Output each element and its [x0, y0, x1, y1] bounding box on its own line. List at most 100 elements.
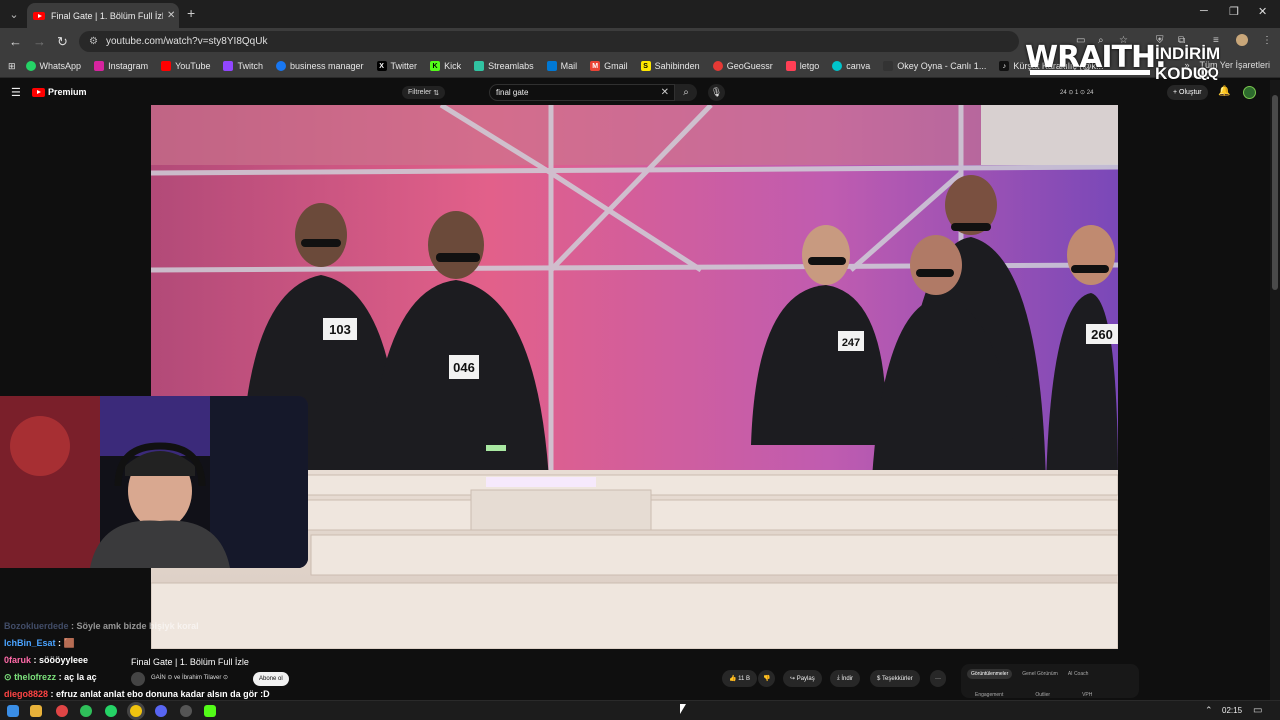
create-button[interactable]: + Oluştur [1167, 85, 1208, 100]
bookmark-label: WhatsApp [39, 61, 82, 71]
webcam-overlay [0, 396, 308, 568]
whatsapp-taskbar-icon[interactable] [105, 705, 117, 717]
gmail-icon: M [590, 61, 601, 71]
account-avatar[interactable] [1243, 86, 1256, 99]
reload-icon[interactable]: ↻ [57, 34, 68, 50]
search-input[interactable]: final gate ✕ [489, 84, 675, 101]
bookmark-geoguessr[interactable]: GeoGuessr [712, 61, 773, 71]
browser-tab-active[interactable]: Final Gate | 1. Bölüm Full İzle - Y ✕ [27, 3, 179, 28]
bookmark-kick[interactable]: K Kick [430, 61, 461, 71]
download-icon: ⤓ [837, 675, 840, 681]
close-window-icon[interactable]: ✕ [1258, 5, 1267, 18]
tray-chevron-icon[interactable]: ⌃ [1205, 705, 1213, 716]
hamburger-menu-icon[interactable]: ☰ [11, 86, 21, 99]
channel-avatar[interactable] [131, 672, 145, 686]
youtube-logo[interactable]: Premium [32, 87, 87, 97]
spotify-icon[interactable] [80, 705, 92, 717]
bookmark-business-manager[interactable]: business manager [276, 61, 364, 71]
filters-button[interactable]: Filtreler ⇅ [402, 86, 446, 99]
address-bar[interactable]: ⚙ youtube.com/watch?v=sty8YI8QqUk [79, 31, 1019, 52]
panel-tab-views[interactable]: Görüntülenmeler [967, 669, 1013, 679]
bookmark-gmail[interactable]: M Gmail [590, 61, 628, 71]
bookmark-label: Streamlabs [488, 61, 534, 71]
windows-taskbar: ⌃ 02:15 ▭ [0, 700, 1280, 720]
like-count: 11 B [738, 675, 751, 682]
filters-label: Filtreler [408, 89, 432, 96]
mail-icon [546, 61, 557, 71]
restore-icon[interactable]: ❐ [1229, 5, 1239, 18]
chrome-icon[interactable] [130, 705, 142, 717]
start-icon[interactable] [7, 705, 19, 717]
app-icon[interactable] [56, 705, 68, 717]
like-button[interactable]: 👍 11 B [722, 670, 758, 687]
notifications-bell-icon[interactable]: 🔔 [1218, 86, 1230, 97]
scrollbar-thumb[interactable] [1272, 95, 1278, 290]
chat-message: diego8828 : efruz anlat anlat ebo donuna… [4, 689, 270, 699]
bookmark-okey[interactable]: Okey Oyna - Canlı 1... [883, 61, 986, 71]
url-text: youtube.com/watch?v=sty8YI8QqUk [105, 36, 268, 47]
chat-username: Bozokluerdede [4, 621, 69, 631]
back-icon[interactable]: ← [9, 34, 22, 49]
sponsor-underline [1030, 70, 1150, 75]
bookmark-label: Mail [560, 61, 578, 71]
new-tab-button[interactable]: + [187, 5, 195, 21]
bookmark-label: letgo [799, 61, 820, 71]
chat-badge-icon: ⊙ [4, 672, 12, 682]
panel-tab-ai-coach[interactable]: AI Coach [1068, 671, 1089, 677]
clear-search-icon[interactable]: ✕ [661, 87, 669, 98]
notification-center-icon[interactable]: ▭ [1253, 705, 1262, 716]
panel-col-outlier: Outlier [1035, 692, 1051, 698]
tab-close-icon[interactable]: ✕ [167, 10, 175, 21]
bookmark-label: YouTube [175, 61, 211, 71]
bookmark-streamlabs[interactable]: Streamlabs [474, 61, 534, 71]
subscribe-button[interactable]: Abone ol [253, 672, 289, 686]
bookmark-canva[interactable]: canva [832, 61, 870, 71]
kick-taskbar-icon[interactable] [204, 705, 216, 717]
bookmark-mail[interactable]: Mail [546, 61, 578, 71]
channel-name[interactable]: GAİN ⊙ ve İbrahim Tilaver ⊙ [151, 674, 228, 681]
obs-icon[interactable] [180, 705, 192, 717]
thanks-icon: $ [877, 675, 881, 682]
download-button[interactable]: ⤓ İndir [830, 670, 860, 687]
bookmark-label: Kick [444, 61, 462, 71]
panel-col-engagement: Engagement [975, 692, 1004, 698]
share-icon: ↪ [790, 676, 796, 682]
panel-tab-overview[interactable]: Genel Görünüm [1022, 671, 1058, 677]
share-label: Paylaş [796, 675, 815, 682]
bookmark-whatsapp[interactable]: WhatsApp [25, 61, 82, 71]
bookmark-twitch[interactable]: Twitch [223, 61, 263, 71]
bookmark-label: Gmail [604, 61, 628, 71]
mouse-cursor-icon [680, 704, 686, 714]
chat-text: : aç la aç [58, 672, 97, 682]
bookmark-label: Sahibinden [654, 61, 700, 71]
bookmark-twitter[interactable]: X Twitter [376, 61, 417, 71]
bookmark-sahibinden[interactable]: S Sahibinden [640, 61, 700, 71]
minimize-icon[interactable]: ─ [1200, 5, 1208, 17]
tab-search-icon[interactable]: ⌄ [4, 4, 24, 24]
instagram-icon [94, 61, 105, 71]
bookmark-instagram[interactable]: Instagram [94, 61, 148, 71]
thanks-button[interactable]: $ Teşekkürler [870, 670, 920, 687]
chat-message: 0faruk : söööyyleee [4, 655, 88, 665]
youtube-play-icon [32, 87, 45, 97]
chat-text: : söööyyleee [33, 655, 89, 665]
file-explorer-icon[interactable] [30, 705, 42, 717]
twitch-icon [223, 61, 234, 71]
apps-icon[interactable]: ⊞ [8, 61, 16, 72]
forward-icon[interactable]: → [33, 34, 46, 49]
bookmark-letgo[interactable]: letgo [785, 61, 820, 71]
share-button[interactable]: ↪ Paylaş [783, 670, 822, 687]
youtube-header: ☰ Premium Filtreler ⇅ final gate ✕ ⌕ 🎙 2… [0, 80, 1270, 105]
site-info-icon[interactable]: ⚙ [89, 36, 98, 47]
bookmark-youtube[interactable]: YouTube [161, 61, 210, 71]
x-icon: X [376, 61, 387, 71]
bookmark-label: canva [846, 61, 871, 71]
search-icon[interactable]: ⌕ [675, 84, 697, 101]
chat-username: 0faruk [4, 655, 32, 665]
discord-icon[interactable] [155, 705, 167, 717]
microphone-icon[interactable]: 🎙 [708, 84, 725, 101]
youtube-favicon-icon [33, 11, 45, 20]
dislike-button[interactable]: 👎 [758, 670, 776, 687]
whatsapp-icon [25, 61, 36, 71]
more-actions-button[interactable]: ··· [930, 670, 946, 687]
